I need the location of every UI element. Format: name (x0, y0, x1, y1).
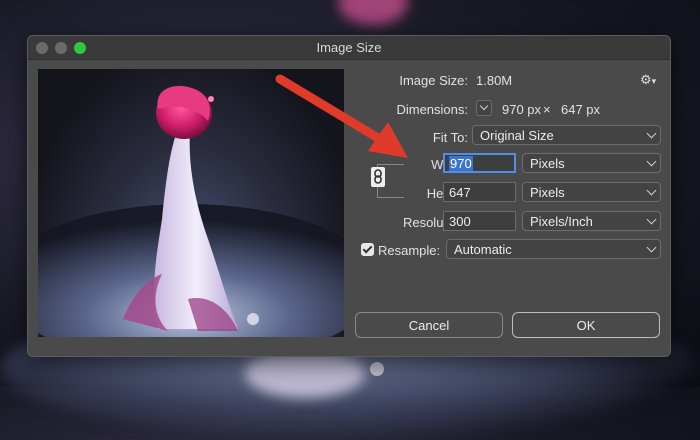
image-size-dialog: Image Size Image Size: 1.80M ⚙▾ Dimensio… (27, 35, 671, 357)
chevron-down-icon (646, 185, 657, 196)
background-droplet (370, 362, 384, 376)
chevron-down-icon (646, 128, 657, 139)
dialog-title: Image Size (316, 40, 382, 55)
height-input-value: 647 (449, 185, 471, 200)
preview-splash-graphic (38, 85, 344, 337)
dimensions-times-sign: × (543, 102, 551, 117)
height-unit-value: Pixels (530, 185, 565, 200)
title-bar: Image Size (28, 36, 670, 60)
chevron-down-icon (646, 156, 657, 167)
fit-to-label: Fit To: (432, 130, 468, 145)
cancel-button[interactable]: Cancel (355, 312, 503, 338)
image-preview[interactable] (38, 69, 344, 337)
height-input[interactable]: 647 (443, 182, 516, 202)
image-size-label: Image Size: (399, 73, 468, 88)
dimensions-width-value: 970 px (502, 102, 542, 117)
height-unit-select[interactable]: Pixels (522, 182, 661, 202)
resample-value: Automatic (454, 242, 512, 257)
ok-button[interactable]: OK (512, 312, 660, 338)
resolution-input-value: 300 (449, 214, 471, 229)
resample-checkbox[interactable] (361, 243, 374, 256)
width-unit-value: Pixels (530, 156, 565, 171)
chevron-down-icon (646, 242, 657, 253)
resample-label: Resample: (378, 243, 441, 258)
resample-select[interactable]: Automatic (446, 239, 661, 259)
fit-to-value: Original Size (480, 128, 554, 143)
fit-to-select[interactable]: Original Size (472, 125, 661, 145)
gear-icon[interactable]: ⚙▾ (640, 72, 656, 88)
dimensions-label: Dimensions: (396, 102, 468, 117)
width-input-value: 970 (449, 156, 473, 171)
resolution-input[interactable]: 300 (443, 211, 516, 231)
resolution-unit-select[interactable]: Pixels/Inch (522, 211, 661, 231)
dimensions-height-value: 647 px (561, 102, 601, 117)
resolution-unit-value: Pixels/Inch (530, 214, 593, 229)
chevron-down-icon (646, 214, 657, 225)
background-splash-top (338, 0, 408, 25)
width-unit-select[interactable]: Pixels (522, 153, 661, 173)
dimensions-units-dropdown[interactable] (476, 100, 492, 116)
image-size-value: 1.80M (476, 73, 513, 88)
width-input[interactable]: 970 (443, 153, 516, 173)
